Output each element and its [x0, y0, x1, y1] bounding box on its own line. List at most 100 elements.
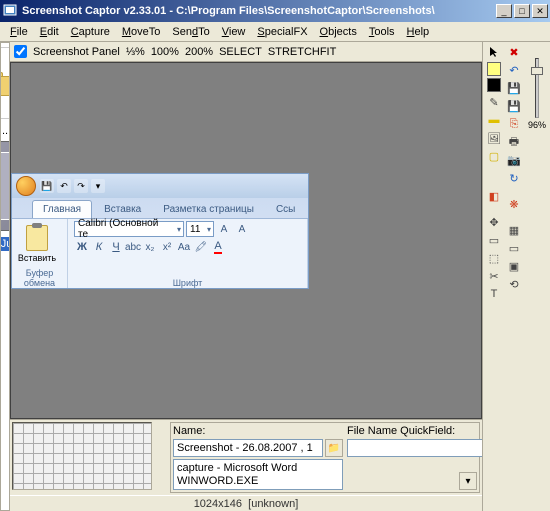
crop-tool[interactable]: ✂ — [486, 268, 502, 284]
paste-icon — [26, 225, 48, 251]
navigator-grid[interactable] — [12, 422, 152, 490]
cube-tool[interactable]: ◧ — [486, 188, 502, 204]
zoom-third[interactable]: ⅓% — [126, 46, 145, 58]
zoom-slider[interactable] — [535, 58, 539, 118]
screenshot-panel-checkbox[interactable] — [14, 45, 27, 58]
thumb-label-selected[interactable]: MyJunk — [0, 237, 10, 251]
slider-value: 96% — [528, 120, 546, 130]
details-box: capture - Microsoft Word WINWORD.EXE 26.… — [173, 459, 343, 490]
camera-button[interactable]: 📷 — [506, 152, 522, 168]
tool-palette: ✎ ▬ 🖼 ▢ ◧ ✥ ▭ ⬚ ✂ T ✖ ↶ 💾 💾 ⎘ 🖶 📷 ↻ ❋ ▦ — [482, 42, 550, 511]
qat-undo-icon: ↶ — [57, 179, 71, 193]
font-size-combo: 11 — [186, 221, 214, 237]
qat-save-icon: 💾 — [40, 179, 54, 193]
menu-help[interactable]: Help — [401, 24, 436, 40]
cursor-tool[interactable] — [486, 44, 502, 60]
word-tab-insert: Вставка — [94, 201, 151, 218]
maximize-button[interactable]: □ — [514, 4, 530, 18]
bold-icon: Ж — [74, 239, 90, 255]
qat-down-icon: ▾ — [91, 179, 105, 193]
italic-icon: К — [91, 239, 107, 255]
rotate-button[interactable]: ⟲ — [506, 276, 522, 292]
group-clipboard-label: Буфер обмена — [18, 268, 61, 288]
name-label: Name: — [173, 425, 343, 437]
delete-button[interactable]: ✖ — [506, 44, 522, 60]
thumb-label-parent: .. — [2, 125, 8, 137]
menu-sendto[interactable]: SendTo — [166, 24, 215, 40]
menu-tools[interactable]: Tools — [363, 24, 401, 40]
copy-button[interactable]: ⎘ — [506, 116, 522, 132]
quickfield-input[interactable] — [347, 439, 497, 457]
zoom-100[interactable]: 100% — [151, 46, 179, 58]
menu-edit[interactable]: Edit — [34, 24, 65, 40]
effects-button[interactable]: ❋ — [506, 196, 522, 212]
word-tab-layout: Разметка страницы — [153, 201, 264, 218]
status-dims: 1024x146 — [194, 498, 242, 510]
word-tab-home: Главная — [32, 200, 92, 218]
canvas-workspace[interactable]: 💾 ↶ ↷ ▾ Главная Вставка Разметка страниц… — [10, 62, 482, 419]
quickfield-label: File Name QuickField: — [347, 425, 477, 437]
font-name-combo: Calibri (Основной те — [74, 221, 184, 237]
window-title: Screenshot Captor v2.33.01 - C:\Program … — [22, 5, 496, 17]
screenshot-content: 💾 ↶ ↷ ▾ Главная Вставка Разметка страниц… — [11, 173, 309, 289]
case-icon: Aa — [176, 239, 192, 255]
bottom-panel: Zoom Nav Name: 📁 capture - Microsoft Wor… — [10, 419, 482, 495]
toggle-button[interactable]: ▾ — [459, 472, 477, 490]
shrink-font-icon: A — [234, 221, 250, 237]
menu-view[interactable]: View — [216, 24, 252, 40]
name-browse-button[interactable]: 📁 — [325, 439, 343, 457]
fg-color-swatch[interactable] — [487, 62, 501, 76]
close-button[interactable]: ✕ — [532, 4, 548, 18]
text-tool[interactable]: T — [486, 286, 502, 302]
saveas-button[interactable]: 💾 — [506, 98, 522, 114]
bg-color-swatch[interactable] — [487, 78, 501, 92]
grid-button[interactable]: ▦ — [506, 222, 522, 238]
statusbar: 1024x146 [unknown] — [10, 495, 482, 511]
minimize-button[interactable]: _ — [496, 4, 512, 18]
grow-font-icon: A — [216, 221, 232, 237]
menu-file[interactable]: File — [4, 24, 34, 40]
word-tab-ref: Ссы — [266, 201, 305, 218]
office-orb-icon — [16, 176, 36, 196]
rect2-button[interactable]: ▭ — [506, 240, 522, 256]
paste-label: Вставить — [18, 253, 56, 263]
group-font-label: Шрифт — [74, 278, 301, 288]
qat-redo-icon: ↷ — [74, 179, 88, 193]
menu-capture[interactable]: Capture — [65, 24, 116, 40]
menu-moveto[interactable]: MoveTo — [116, 24, 167, 40]
print-button[interactable]: 🖶 — [506, 134, 522, 150]
pen-tool[interactable]: ✎ — [486, 94, 502, 110]
mode-select[interactable]: SELECT — [219, 46, 262, 58]
sup-icon: x² — [159, 239, 175, 255]
highlight-icon: 🖍 — [193, 239, 209, 255]
menubar: File Edit Capture MoveTo SendTo View Spe… — [0, 22, 550, 42]
image-tool[interactable]: 🖼 — [486, 130, 502, 146]
app-icon — [2, 3, 18, 19]
name-input[interactable] — [173, 439, 323, 457]
screenshot-panel-label: Screenshot Panel — [33, 46, 120, 58]
refresh-button[interactable]: ↻ — [506, 170, 522, 186]
titlebar: Screenshot Captor v2.33.01 - C:\Program … — [0, 0, 550, 22]
strike-icon: abc — [125, 239, 141, 255]
menu-objects[interactable]: Objects — [314, 24, 363, 40]
undo-button[interactable]: ↶ — [506, 62, 522, 78]
slider-thumb[interactable] — [531, 67, 543, 75]
zoom-200[interactable]: 200% — [185, 46, 213, 58]
menu-specialfx[interactable]: SpecialFX — [251, 24, 313, 40]
thumbnail-panel: .. MyJunk — [0, 42, 10, 511]
move-tool[interactable]: ✥ — [486, 214, 502, 230]
view-toolbar: Screenshot Panel ⅓% 100% 200% SELECT STR… — [10, 42, 482, 62]
layer-button[interactable]: ▣ — [506, 258, 522, 274]
rect-tool[interactable]: ▭ — [486, 232, 502, 248]
save-button[interactable]: 💾 — [506, 80, 522, 96]
fontcolor-icon: A — [210, 239, 226, 255]
thumb-parent-folder[interactable] — [0, 47, 10, 119]
frame-tool[interactable]: ▢ — [486, 148, 502, 164]
status-unknown: [unknown] — [248, 498, 298, 510]
thumb-myjunk[interactable] — [0, 141, 10, 231]
folder-icon — [0, 70, 10, 96]
highlight-tool[interactable]: ▬ — [486, 112, 502, 128]
mode-stretchfit[interactable]: STRETCHFIT — [268, 46, 336, 58]
select-tool[interactable]: ⬚ — [486, 250, 502, 266]
sub-icon: x₂ — [142, 239, 158, 255]
